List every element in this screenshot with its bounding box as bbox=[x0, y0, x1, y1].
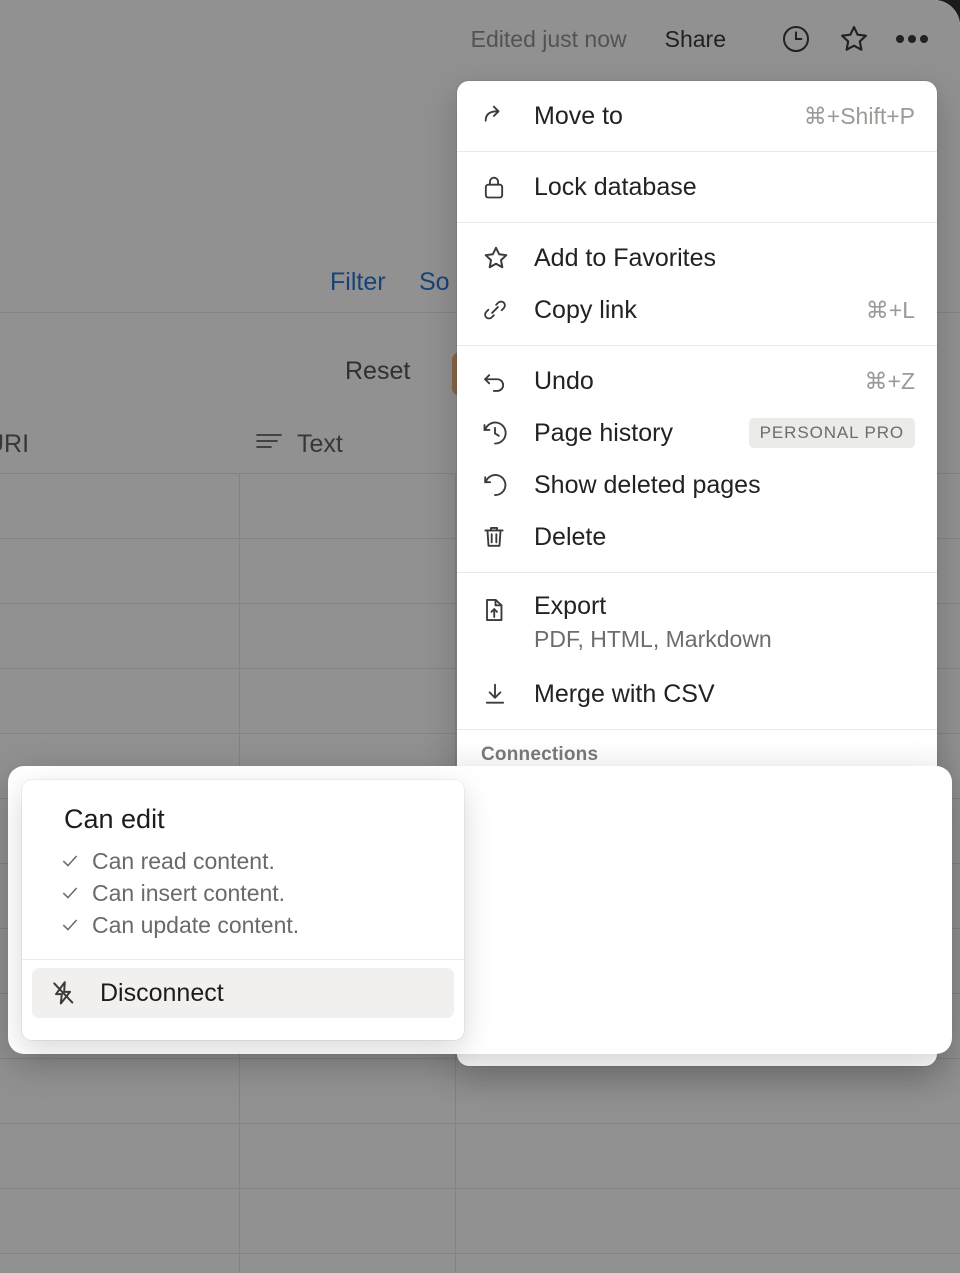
star-icon[interactable] bbox=[832, 17, 876, 61]
column-header-text-label: Text bbox=[297, 430, 343, 459]
menu-item-page-history[interactable]: Page history PERSONAL PRO bbox=[457, 407, 937, 459]
clock-icon[interactable] bbox=[774, 17, 818, 61]
menu-item-copy-link[interactable]: Copy link ⌘+L bbox=[457, 284, 937, 336]
submenu-title: Can edit bbox=[22, 780, 464, 841]
table-row[interactable] bbox=[0, 1254, 960, 1273]
star-icon bbox=[481, 243, 515, 273]
menu-item-show-deleted-pages[interactable]: Show deleted pages bbox=[457, 459, 937, 511]
menu-item-delete[interactable]: Delete bbox=[457, 511, 937, 563]
menu-item-lock-database[interactable]: Lock database bbox=[457, 161, 937, 213]
top-bar: Edited just now Share bbox=[0, 0, 960, 78]
connection-submenu-shell: Can edit Can read content. Can insert co… bbox=[8, 766, 952, 1054]
permission-label: Can update content. bbox=[92, 912, 299, 939]
menu-item-export[interactable]: Export PDF, HTML, Markdown bbox=[457, 582, 937, 668]
ellipsis-icon[interactable] bbox=[890, 17, 934, 61]
menu-item-label: Copy link bbox=[515, 296, 866, 325]
table-row[interactable] bbox=[0, 1189, 960, 1254]
menu-item-shortcut: ⌘+Shift+P bbox=[804, 103, 915, 130]
menu-item-shortcut: ⌘+Z bbox=[865, 368, 915, 395]
permission-label: Can insert content. bbox=[92, 880, 285, 907]
lock-icon bbox=[481, 173, 515, 201]
app-window: Edited just now Share Filt bbox=[0, 0, 960, 1273]
menu-section-lock: Lock database bbox=[457, 152, 937, 222]
check-icon bbox=[60, 915, 80, 935]
arrow-move-icon bbox=[481, 102, 515, 130]
permission-item: Can read content. bbox=[60, 845, 464, 877]
menu-item-label: Show deleted pages bbox=[515, 471, 915, 500]
check-icon bbox=[60, 851, 80, 871]
notero-connection-submenu[interactable]: Can edit Can read content. Can insert co… bbox=[22, 780, 464, 1040]
disconnect-button[interactable]: Disconnect bbox=[32, 968, 454, 1018]
table-row[interactable] bbox=[0, 1124, 960, 1189]
menu-item-label: Move to bbox=[515, 102, 804, 131]
sort-button[interactable]: So bbox=[419, 268, 450, 297]
menu-item-sublabel: PDF, HTML, Markdown bbox=[534, 626, 772, 653]
permission-item: Can insert content. bbox=[60, 877, 464, 909]
export-icon bbox=[481, 596, 515, 624]
permission-item: Can update content. bbox=[60, 909, 464, 941]
download-icon bbox=[481, 680, 515, 708]
share-button[interactable]: Share bbox=[665, 26, 726, 53]
clock-history-icon bbox=[481, 419, 515, 447]
menu-item-add-to-favorites[interactable]: Add to Favorites bbox=[457, 232, 937, 284]
menu-section-move: Move to ⌘+Shift+P bbox=[457, 81, 937, 151]
permission-label: Can read content. bbox=[92, 848, 275, 875]
menu-section-export: Export PDF, HTML, Markdown Merge with CS… bbox=[457, 573, 937, 729]
menu-item-label: Merge with CSV bbox=[515, 680, 915, 709]
text-property-icon bbox=[255, 431, 283, 458]
menu-item-label: Page history bbox=[515, 419, 749, 448]
menu-item-label: Export bbox=[534, 592, 772, 621]
filter-button[interactable]: Filter bbox=[330, 268, 386, 297]
column-header-uri[interactable]: URI bbox=[0, 430, 29, 459]
link-icon bbox=[481, 296, 515, 324]
disconnect-label: Disconnect bbox=[80, 979, 224, 1008]
menu-item-label: Lock database bbox=[515, 173, 915, 202]
menu-item-label: Undo bbox=[515, 367, 865, 396]
menu-item-label: Add to Favorites bbox=[515, 244, 915, 273]
menu-item-label: Delete bbox=[515, 523, 915, 552]
menu-section-favorites: Add to Favorites Copy link ⌘+L bbox=[457, 223, 937, 345]
restore-icon bbox=[481, 471, 515, 499]
menu-item-shortcut: ⌘+L bbox=[866, 297, 915, 324]
lightning-slash-icon bbox=[46, 979, 80, 1007]
menu-item-undo[interactable]: Undo ⌘+Z bbox=[457, 355, 937, 407]
trash-icon bbox=[481, 523, 515, 551]
table-row[interactable] bbox=[0, 1059, 960, 1124]
permission-list: Can read content. Can insert content. Ca… bbox=[22, 841, 464, 959]
reset-button[interactable]: Reset bbox=[345, 357, 410, 386]
column-header-text[interactable]: Text bbox=[255, 430, 343, 459]
undo-icon bbox=[481, 367, 515, 395]
menu-section-history: Undo ⌘+Z Page history PERSONAL PRO bbox=[457, 346, 937, 572]
edited-status: Edited just now bbox=[471, 26, 627, 53]
menu-item-move-to[interactable]: Move to ⌘+Shift+P bbox=[457, 90, 937, 142]
status-badge: PERSONAL PRO bbox=[749, 418, 915, 448]
check-icon bbox=[60, 883, 80, 903]
menu-item-merge-with-csv[interactable]: Merge with CSV bbox=[457, 668, 937, 720]
